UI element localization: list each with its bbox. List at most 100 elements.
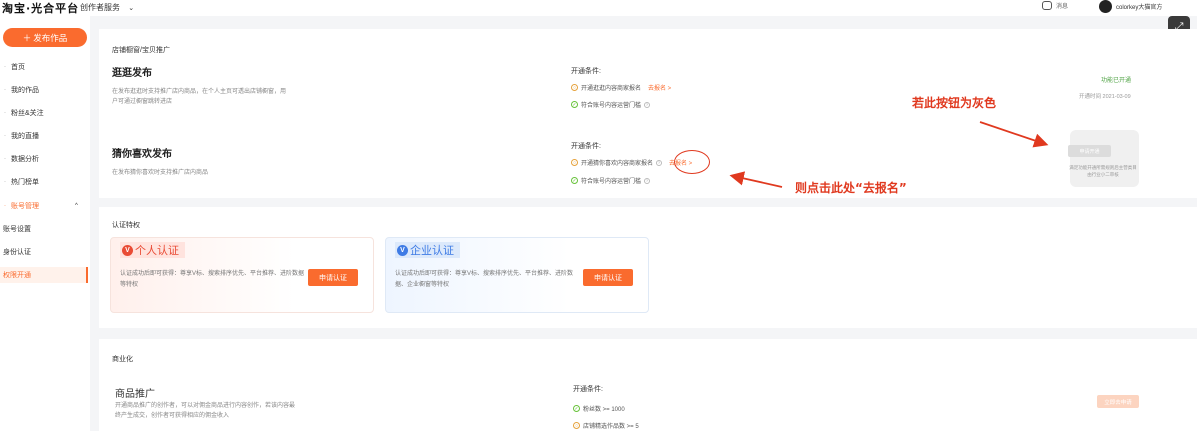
row-description: 开通商品推广的创作者，可以对佣金商品进行内容创作，若该内容最终产生成交，创作者可… xyxy=(115,403,296,419)
condition-text: 开通逛逛内容商家报名 xyxy=(581,86,642,92)
apply-panel xyxy=(1070,130,1139,187)
sidebar-item-label: 热门榜单 xyxy=(11,179,39,186)
creator-service-menu[interactable]: 创作者服务 ⌄ xyxy=(80,2,134,13)
hot-list-icon: · xyxy=(4,179,6,185)
condition-text: 粉丝数 >= 1000 xyxy=(583,407,625,413)
apply-note: 满足功能开通所需规则后主营类目由行业小二审核 xyxy=(1069,165,1137,177)
apply-personal-cert-button[interactable]: 申请认证 xyxy=(308,269,358,286)
row-description: 在发布逛逛时支持推广店内商品，在个人主页可透出店铺橱窗，用户可通过橱窗跳转进店 xyxy=(112,89,287,105)
personal-cert-description: 认证成功后即可获得：尊享V标、搜索排序优先、平台推荐、进阶数据等特权 xyxy=(120,271,305,288)
annotation-gray-hint: 若此按钮为灰色 xyxy=(912,96,997,110)
condition-item: ✓ 符合账号内容运营门槛 ? xyxy=(571,176,651,185)
works-icon: · xyxy=(4,87,6,93)
top-bar: 淘宝·光合平台 创作者服务 ⌄ 消息 colorkey大猫官方 xyxy=(0,0,1197,16)
condition-item: ✓ 粉丝数 >= 1000 xyxy=(573,404,625,413)
chevron-up-icon: ^ xyxy=(75,203,78,209)
promo-card: 店铺橱窗/宝贝推广 逛逛发布 在发布逛逛时支持推广店内商品，在个人主页可透出店铺… xyxy=(99,29,1197,198)
live-icon: · xyxy=(4,133,6,139)
sidebar-item-label: 权限开通 xyxy=(3,272,31,279)
signup-link[interactable]: 去报名 > xyxy=(648,83,671,92)
sidebar-item-works[interactable]: · 我的作品 xyxy=(0,82,88,98)
pending-icon: ○ xyxy=(573,422,580,429)
v-badge-icon: V xyxy=(122,244,133,256)
annotation-circle xyxy=(674,150,710,174)
messages-button[interactable]: 消息 xyxy=(1042,1,1068,10)
help-icon[interactable]: ? xyxy=(644,101,651,108)
conditions-label: 开通条件: xyxy=(571,143,601,150)
fans-icon: · xyxy=(4,110,6,116)
row-title: 猜你喜欢发布 xyxy=(112,149,172,160)
sidebar-item-account-settings[interactable]: 账号设置 xyxy=(0,221,88,237)
help-icon[interactable]: ? xyxy=(644,177,651,184)
condition-item: ○ 店铺精选作品数 >= 5 xyxy=(573,421,639,430)
plus-icon: ＋ xyxy=(22,32,32,43)
row-description: 在发布猜你喜欢时支持推广店内商品 xyxy=(112,170,209,176)
conditions-label: 开通条件: xyxy=(573,386,603,393)
sidebar-item-label: 粉丝&关注 xyxy=(11,110,44,117)
section-title: 认证特权 xyxy=(112,222,140,229)
publish-label: 发布作品 xyxy=(33,32,68,43)
check-icon: ✓ xyxy=(571,177,578,184)
creator-service-label: 创作者服务 xyxy=(80,3,120,12)
section-title: 商业化 xyxy=(112,356,133,363)
sidebar-item-label: 首页 xyxy=(11,64,25,71)
condition-text: 符合账号内容运营门槛 xyxy=(581,103,642,109)
activation-date: 开通时间 2021-03-09 xyxy=(1079,94,1131,100)
condition-text: 开通猜你喜欢内容商家报名 xyxy=(581,161,654,167)
sidebar-item-live[interactable]: · 我的直播 xyxy=(0,128,88,144)
sidebar-item-account[interactable]: · 账号管理 ^ xyxy=(0,198,88,214)
conditions-label: 开通条件: xyxy=(571,68,601,75)
user-name: colorkey大猫官方 xyxy=(1116,5,1163,11)
home-icon: · xyxy=(4,64,6,70)
personal-cert-header: V 个人认证 xyxy=(120,242,185,258)
enterprise-cert-header: V 企业认证 xyxy=(395,242,460,258)
sidebar-item-home[interactable]: · 首页 xyxy=(0,59,88,75)
check-icon: ✓ xyxy=(571,101,578,108)
sidebar-item-label: 身份认证 xyxy=(3,249,31,256)
user-menu[interactable]: colorkey大猫官方 xyxy=(1099,0,1162,13)
publish-button[interactable]: ＋ 发布作品 xyxy=(3,28,87,47)
sidebar-item-identity[interactable]: 身份认证 xyxy=(0,244,88,260)
sidebar: ＋ 发布作品 · 首页 · 我的作品 · 粉丝&关注 · 我的直播 · 数据分析… xyxy=(0,16,90,431)
condition-text: 符合账号内容运营门槛 xyxy=(581,179,642,185)
enterprise-cert-title: 企业认证 xyxy=(410,245,454,257)
row-title: 商品推广 xyxy=(115,389,155,400)
apply-enterprise-cert-button[interactable]: 申请认证 xyxy=(583,269,633,286)
sidebar-item-label: 账号管理 xyxy=(11,203,39,210)
chevron-down-icon: ⌄ xyxy=(128,5,135,12)
apply-button-disabled[interactable]: 申请开通 xyxy=(1068,145,1111,157)
personal-cert-panel: V 个人认证 认证成功后即可获得：尊享V标、搜索排序优先、平台推荐、进阶数据等特… xyxy=(110,237,374,313)
v-badge-icon: V xyxy=(397,244,408,256)
avatar xyxy=(1099,0,1112,13)
pending-icon: ○ xyxy=(571,84,578,91)
enterprise-cert-description: 认证成功后即可获得：尊享V标、搜索排序优先、平台推荐、进阶数据、企业橱窗等特权 xyxy=(395,271,574,288)
message-icon xyxy=(1042,1,1052,10)
sidebar-item-label: 数据分析 xyxy=(11,156,39,163)
condition-item: ○ 开通逛逛内容商家报名 去报名 > xyxy=(571,83,671,92)
cert-card: 认证特权 V 个人认证 认证成功后即可获得：尊享V标、搜索排序优先、平台推荐、进… xyxy=(99,207,1197,328)
logo[interactable]: 淘宝·光合平台 xyxy=(2,0,79,16)
analytics-icon: · xyxy=(4,156,6,162)
help-icon[interactable]: ? xyxy=(656,159,663,166)
condition-item: ✓ 符合账号内容运营门槛 ? xyxy=(571,100,651,109)
status-badge: 功能已开通 xyxy=(1101,78,1132,84)
account-icon: · xyxy=(4,203,6,209)
sidebar-item-label: 我的直播 xyxy=(11,133,39,140)
annotation-click-hint: 则点击此处“去报名” xyxy=(795,181,907,195)
messages-label: 消息 xyxy=(1056,4,1069,10)
business-card: 商业化 商品推广 开通商品推广的创作者，可以对佣金商品进行内容创作，若该内容最终… xyxy=(99,339,1197,431)
section-title: 店铺橱窗/宝贝推广 xyxy=(112,47,170,54)
apply-now-button[interactable]: 立即去申请 xyxy=(1097,395,1139,408)
condition-text: 店铺精选作品数 >= 5 xyxy=(583,424,639,430)
sidebar-item-label: 账号设置 xyxy=(3,226,31,233)
sidebar-item-fans[interactable]: · 粉丝&关注 xyxy=(0,105,88,121)
personal-cert-title: 个人认证 xyxy=(135,245,179,257)
pending-icon: ○ xyxy=(571,159,578,166)
sidebar-item-permissions[interactable]: 权限开通 xyxy=(0,267,88,283)
row-title: 逛逛发布 xyxy=(112,68,152,79)
sidebar-item-hot-list[interactable]: · 热门榜单 xyxy=(0,174,88,190)
sidebar-item-label: 我的作品 xyxy=(11,87,39,94)
check-icon: ✓ xyxy=(573,405,580,412)
enterprise-cert-panel: V 企业认证 认证成功后即可获得：尊享V标、搜索排序优先、平台推荐、进阶数据、企… xyxy=(385,237,649,313)
sidebar-item-analytics[interactable]: · 数据分析 xyxy=(0,151,88,167)
